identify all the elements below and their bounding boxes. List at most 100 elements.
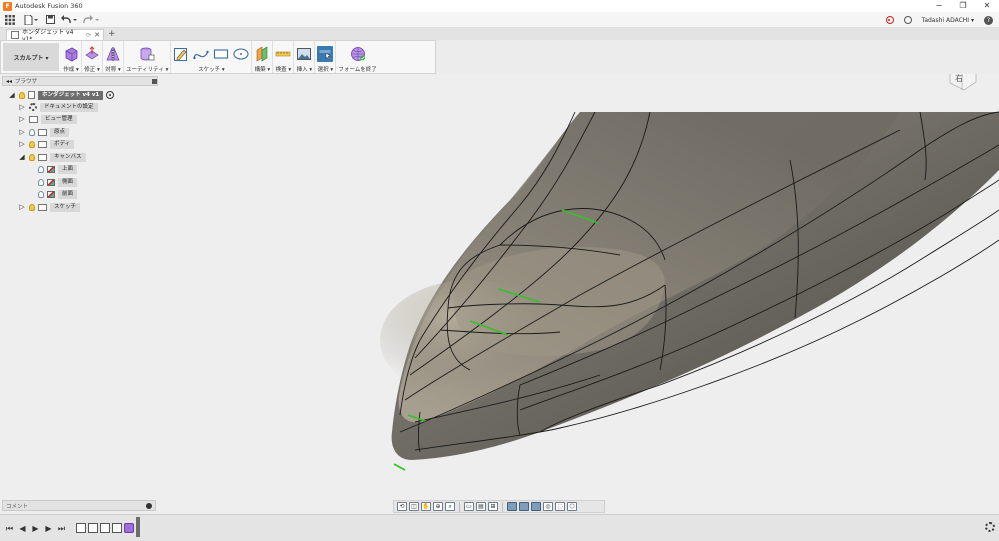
expand-triangle-icon[interactable]: ▷	[18, 127, 26, 137]
visibility-bulb-icon[interactable]	[29, 203, 35, 211]
grid-snaps-icon[interactable]: ▤	[476, 502, 486, 511]
expand-triangle-icon[interactable]: ▷	[18, 102, 26, 112]
go-to-start-icon[interactable]: ⏮	[3, 522, 16, 535]
expand-triangle-icon[interactable]: ▷	[18, 202, 26, 212]
repair-display-icon[interactable]: ◌	[555, 502, 565, 511]
modify-group[interactable]: 修正 ▾	[82, 41, 103, 73]
undo-icon[interactable]	[58, 12, 80, 28]
viewports-icon[interactable]: ⊞	[488, 502, 498, 511]
redo-icon[interactable]	[80, 12, 102, 28]
orbit-icon[interactable]: ⟲	[397, 502, 407, 511]
expand-triangle-icon[interactable]: ▷	[18, 114, 26, 124]
job-status-clock-icon[interactable]	[903, 16, 912, 24]
folder-icon	[38, 153, 47, 161]
timeline-settings-gear-icon[interactable]	[985, 522, 995, 532]
browser-panel: ◂◂ ブラウザ ◢ ホンダジェット v4 v1 ▷ ドキュメントの設定 ▷ ビュ…	[0, 74, 158, 224]
display-mode-icon[interactable]: ◎	[543, 502, 553, 511]
timeline-marker[interactable]	[136, 517, 140, 537]
refresh-icon: ⟳	[86, 31, 92, 39]
comments-panel[interactable]: コメント	[2, 500, 156, 511]
inspect-label: 検査 ▾	[275, 67, 292, 73]
navigation-bar: ⟲ ◫ ✋ ⊕ ⌕ ▭ ▤ ⊞ ◎ ◌ ⬡	[393, 500, 605, 513]
tree-node-canvas-front[interactable]: 前面	[38, 189, 78, 199]
file-menu-icon[interactable]	[20, 12, 42, 28]
restore-button[interactable]: ❐	[951, 0, 975, 12]
close-tab-icon[interactable]: ✕	[94, 31, 103, 39]
close-window-button[interactable]: ✕	[975, 0, 999, 12]
look-at-icon[interactable]: ◫	[409, 502, 419, 511]
timeline-item-canvas[interactable]	[88, 523, 98, 533]
control-frame-display-icon[interactable]	[519, 502, 529, 511]
timeline-item-canvas[interactable]	[112, 523, 122, 533]
visibility-bulb-icon[interactable]	[19, 91, 25, 99]
save-icon[interactable]	[42, 12, 58, 28]
smooth-display-icon[interactable]	[531, 502, 541, 511]
record-icon[interactable]	[885, 16, 894, 24]
offset-plane-icon	[257, 45, 268, 62]
add-comment-icon[interactable]	[146, 502, 152, 509]
wireframe-display-icon[interactable]: ⬡	[567, 502, 577, 511]
workspace-switcher[interactable]: スカルプト ▾	[3, 43, 59, 71]
minimize-button[interactable]: −	[927, 0, 951, 12]
circle-icon	[233, 47, 249, 60]
collapse-panel-icon[interactable]: ◂◂	[6, 78, 12, 85]
visibility-bulb-icon[interactable]	[29, 140, 35, 148]
timeline-item-sketch[interactable]	[100, 523, 110, 533]
zoom-icon[interactable]: ⊕	[433, 502, 443, 511]
visibility-bulb-icon[interactable]	[29, 153, 35, 161]
go-to-end-icon[interactable]: ⏭	[55, 522, 68, 535]
user-account-menu[interactable]: Tadashi ADACHI ▾	[922, 17, 974, 24]
step-forward-icon[interactable]: ▶	[42, 522, 55, 535]
visibility-bulb-icon[interactable]	[38, 178, 44, 186]
step-back-icon[interactable]: ◀	[16, 522, 29, 535]
tree-node-root[interactable]: ◢ ホンダジェット v4 v1	[8, 90, 115, 100]
collapse-triangle-icon[interactable]: ◢	[18, 152, 26, 162]
sketch-label: スケッチ ▾	[198, 67, 225, 73]
timeline-item-canvas[interactable]	[76, 523, 86, 533]
document-tab[interactable]: ホンダジェット v4 v1* ⟳ ✕	[6, 29, 104, 43]
view-cube[interactable]: 右	[946, 74, 978, 92]
construct-label: 構築 ▾	[254, 67, 271, 73]
select-group[interactable]: 選択 ▾	[315, 41, 337, 73]
pin-panel-icon[interactable]	[152, 78, 157, 84]
symmetry-group[interactable]: 対称 ▾	[103, 41, 124, 73]
tree-node-document-settings[interactable]: ▷ ドキュメントの設定	[18, 102, 98, 112]
tree-node-sketches[interactable]: ▷ スケッチ	[18, 202, 81, 212]
display-settings-icon[interactable]: ▭	[464, 502, 474, 511]
rectangle-icon	[214, 48, 229, 59]
tree-node-canvases[interactable]: ◢ キャンバス	[18, 152, 86, 162]
timeline-item-form[interactable]	[124, 523, 134, 533]
tree-node-canvas-side[interactable]: 側面	[38, 177, 78, 187]
inspect-group[interactable]: 検査 ▾	[273, 41, 295, 73]
visibility-bulb-icon[interactable]	[38, 190, 44, 198]
tree-node-canvas-top[interactable]: 上面	[38, 164, 78, 174]
tree-node-bodies[interactable]: ▷ ボディ	[18, 139, 75, 149]
insert-group[interactable]: 挿入 ▾	[294, 41, 316, 73]
tree-node-origin[interactable]: ▷ 原点	[18, 127, 70, 137]
box-display-icon[interactable]	[507, 502, 517, 511]
finish-form-group[interactable]: フォームを終了	[336, 41, 378, 73]
help-icon[interactable]: ?	[984, 15, 993, 25]
fit-zoom-window-icon[interactable]: ⌕	[445, 502, 455, 511]
construct-group[interactable]: 構築 ▾	[252, 41, 274, 73]
tree-node-label: 側面	[58, 177, 78, 187]
sketch-group[interactable]: スケッチ ▾	[171, 41, 253, 73]
create-group[interactable]: 作成 ▾	[61, 41, 82, 73]
visibility-bulb-icon[interactable]	[29, 128, 35, 136]
folder-icon	[38, 203, 47, 211]
play-icon[interactable]: ▶	[29, 522, 42, 535]
visibility-bulb-icon[interactable]	[38, 165, 44, 173]
collapse-triangle-icon[interactable]: ◢	[8, 90, 16, 100]
tree-node-named-views[interactable]: ▷ ビュー管理	[18, 114, 77, 124]
view-cube-face-label: 右	[955, 74, 963, 83]
new-tab-button[interactable]: +	[108, 29, 116, 39]
browser-title: ブラウザ	[15, 79, 38, 85]
finish-form-icon	[350, 46, 365, 61]
window-controls: − ❐ ✕	[927, 0, 999, 12]
utilities-group[interactable]: ユーティリティ ▾	[124, 41, 172, 73]
expand-triangle-icon[interactable]: ▷	[18, 139, 26, 149]
activate-target-icon[interactable]	[106, 91, 115, 99]
data-panel-grid-icon[interactable]	[0, 12, 20, 28]
pan-hand-icon[interactable]: ✋	[421, 502, 431, 511]
select-label: 選択 ▾	[317, 67, 334, 73]
